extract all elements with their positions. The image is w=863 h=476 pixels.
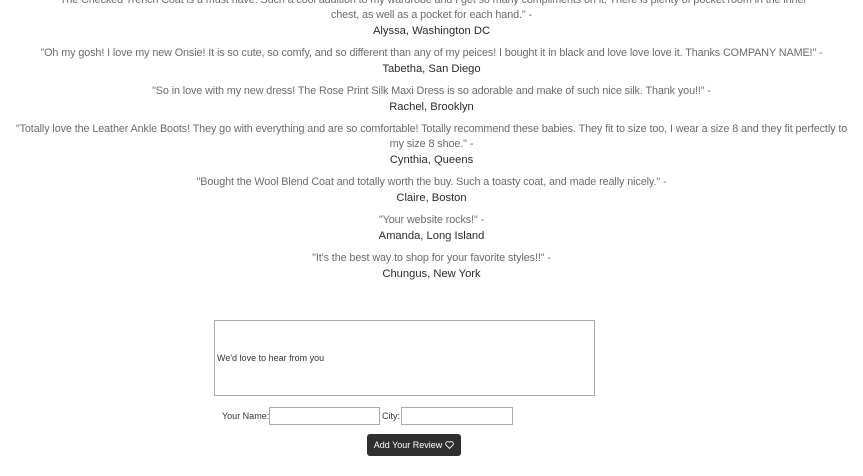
heart-icon — [445, 441, 455, 449]
review-item: "Your website rocks!" - Amanda, Long Isl… — [0, 213, 863, 244]
review-author: Cynthia, Queens — [389, 154, 474, 166]
review-author: Tabetha, San Diego — [382, 63, 481, 75]
review-quote: "So in love with my new dress! The Rose … — [152, 85, 711, 97]
city-label: City: — [382, 411, 400, 421]
review-message-placeholder: We'd love to hear from you — [217, 353, 325, 363]
review-quote: "Oh my gosh! I love my new Onsie! It is … — [40, 47, 823, 59]
review-message-textarea[interactable]: We'd love to hear from you — [214, 320, 595, 396]
review-item: "The Checked Trench Coat is a must have.… — [0, 0, 863, 39]
review-author: Amanda, Long Island — [378, 230, 485, 242]
review-quote: "The Checked Trench Coat is a must have.… — [56, 0, 807, 21]
name-input[interactable] — [269, 407, 380, 425]
review-author: Chungus, New York — [382, 268, 481, 280]
review-item: "Bought the Wool Blend Coat and totally … — [0, 175, 863, 206]
name-label: Your Name: — [222, 411, 270, 421]
review-quote: "It's the best way to shop for your favo… — [312, 252, 551, 264]
add-review-button-label: Add Your Review — [373, 440, 443, 450]
review-author: Claire, Boston — [396, 192, 467, 204]
city-input[interactable] — [401, 407, 513, 425]
reviews-list: "The Checked Trench Coat is a must have.… — [0, 0, 863, 289]
review-quote: "Bought the Wool Blend Coat and totally … — [196, 176, 667, 188]
review-item: "So in love with my new dress! The Rose … — [0, 84, 863, 115]
add-review-button[interactable]: Add Your Review — [367, 434, 461, 456]
review-author: Rachel, Brooklyn — [389, 101, 474, 113]
review-quote: "Totally love the Leather Ankle Boots! T… — [15, 123, 848, 150]
review-item: "Oh my gosh! I love my new Onsie! It is … — [0, 46, 863, 77]
review-item: "It's the best way to shop for your favo… — [0, 251, 863, 282]
review-item: "Totally love the Leather Ankle Boots! T… — [0, 122, 863, 168]
review-author: Alyssa, Washington DC — [372, 25, 491, 37]
review-quote: "Your website rocks!" - — [378, 214, 485, 226]
